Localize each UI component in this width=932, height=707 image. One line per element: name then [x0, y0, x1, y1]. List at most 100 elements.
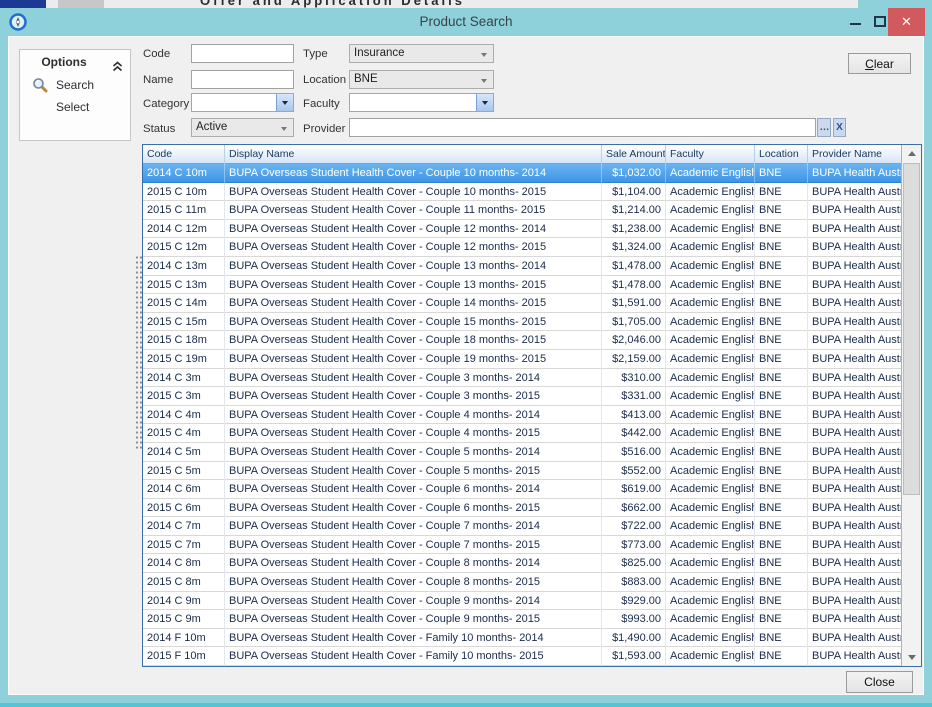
table-row[interactable]: 2015 C 11mBUPA Overseas Student Health C… — [143, 201, 901, 220]
table-row[interactable]: 2014 C 12mBUPA Overseas Student Health C… — [143, 220, 901, 239]
provider-ellipsis-button[interactable]: … — [817, 118, 831, 137]
table-row[interactable]: 2014 C 10mBUPA Overseas Student Health C… — [143, 164, 901, 183]
category-dropdown-button[interactable] — [276, 94, 293, 111]
table-row[interactable]: 2014 C 4mBUPA Overseas Student Health Co… — [143, 406, 901, 425]
name-label: Name — [143, 74, 173, 86]
splitter-handle[interactable] — [135, 255, 142, 451]
scroll-thumb[interactable] — [903, 163, 920, 495]
cell-faculty: Academic English — [666, 164, 755, 183]
cell-display_name: BUPA Overseas Student Health Cover - Cou… — [225, 257, 602, 276]
cell-display_name: BUPA Overseas Student Health Cover - Cou… — [225, 462, 602, 481]
cell-code: 2014 C 3m — [143, 369, 225, 388]
minimize-button[interactable] — [846, 8, 866, 36]
cell-location: BNE — [755, 610, 808, 629]
table-row[interactable]: 2015 C 13mBUPA Overseas Student Health C… — [143, 276, 901, 295]
cell-location: BNE — [755, 201, 808, 220]
cell-display_name: BUPA Overseas Student Health Cover - Cou… — [225, 201, 602, 220]
dropdown-arrow-icon — [481, 53, 487, 57]
cell-sale_amount: $442.00 — [602, 424, 666, 443]
location-value: BNE — [354, 73, 378, 85]
column-header-code[interactable]: Code — [143, 145, 225, 164]
faculty-dropdown-button[interactable] — [476, 94, 493, 111]
table-row[interactable]: 2014 C 8mBUPA Overseas Student Health Co… — [143, 554, 901, 573]
cell-sale_amount: $1,238.00 — [602, 220, 666, 239]
table-row[interactable]: 2015 C 8mBUPA Overseas Student Health Co… — [143, 573, 901, 592]
cell-code: 2014 C 10m — [143, 164, 225, 183]
cell-faculty: Academic English — [666, 424, 755, 443]
cell-provider_name: BUPA Health Australia P — [808, 499, 901, 518]
cell-faculty: Academic English — [666, 350, 755, 369]
cell-location: BNE — [755, 573, 808, 592]
table-row[interactable]: 2014 C 6mBUPA Overseas Student Health Co… — [143, 480, 901, 499]
type-label: Type — [303, 48, 328, 60]
column-header-location[interactable]: Location — [755, 145, 808, 164]
sidebar-item-search[interactable]: Search — [20, 74, 130, 96]
table-row[interactable]: 2015 C 7mBUPA Overseas Student Health Co… — [143, 536, 901, 555]
table-row[interactable]: 2014 F 10mBUPA Overseas Student Health C… — [143, 629, 901, 648]
table-row[interactable]: 2015 C 6mBUPA Overseas Student Health Co… — [143, 499, 901, 518]
table-row[interactable]: 2015 C 9mBUPA Overseas Student Health Co… — [143, 610, 901, 629]
cell-location: BNE — [755, 331, 808, 350]
cell-display_name: BUPA Overseas Student Health Cover - Cou… — [225, 499, 602, 518]
code-input[interactable] — [191, 44, 294, 63]
table-row[interactable]: 2015 C 4mBUPA Overseas Student Health Co… — [143, 424, 901, 443]
cell-faculty: Academic English — [666, 294, 755, 313]
cell-location: BNE — [755, 313, 808, 332]
table-row[interactable]: 2015 C 10mBUPA Overseas Student Health C… — [143, 183, 901, 202]
cell-sale_amount: $516.00 — [602, 443, 666, 462]
cell-provider_name: BUPA Health Australia P — [808, 313, 901, 332]
table-row[interactable]: 2014 C 9mBUPA Overseas Student Health Co… — [143, 592, 901, 611]
close-button[interactable]: Close — [846, 671, 913, 693]
cell-provider_name: BUPA Health Australia P — [808, 220, 901, 239]
table-row[interactable]: 2014 C 3mBUPA Overseas Student Health Co… — [143, 369, 901, 388]
cell-provider_name: BUPA Health Australia P — [808, 257, 901, 276]
scroll-down-button[interactable] — [902, 649, 921, 666]
background-window-title: Offer and Application Details — [200, 0, 850, 8]
table-row[interactable]: 2014 C 7mBUPA Overseas Student Health Co… — [143, 517, 901, 536]
table-row[interactable]: 2015 C 14mBUPA Overseas Student Health C… — [143, 294, 901, 313]
titlebar[interactable]: Product Search ✕ — [0, 8, 932, 36]
category-dropdown[interactable] — [191, 93, 294, 112]
window-border-bottom — [0, 695, 932, 703]
cell-display_name: BUPA Overseas Student Health Cover - Cou… — [225, 554, 602, 573]
table-row[interactable]: 2015 C 19mBUPA Overseas Student Health C… — [143, 350, 901, 369]
table-row[interactable]: 2015 C 15mBUPA Overseas Student Health C… — [143, 313, 901, 332]
scroll-up-button[interactable] — [902, 145, 921, 162]
vertical-scrollbar[interactable] — [901, 145, 921, 666]
column-header-provider_name[interactable]: Provider Name — [808, 145, 903, 164]
cell-code: 2014 C 8m — [143, 554, 225, 573]
cell-provider_name: BUPA Health Australia P — [808, 554, 901, 573]
sidebar-item-select[interactable]: Select — [20, 96, 130, 118]
cell-sale_amount: $662.00 — [602, 499, 666, 518]
cell-location: BNE — [755, 164, 808, 183]
cell-location: BNE — [755, 350, 808, 369]
faculty-dropdown[interactable] — [349, 93, 494, 112]
cell-display_name: BUPA Overseas Student Health Cover - Cou… — [225, 183, 602, 202]
table-row[interactable]: 2015 C 12mBUPA Overseas Student Health C… — [143, 238, 901, 257]
provider-clear-button[interactable]: X — [833, 118, 846, 137]
cell-code: 2015 C 4m — [143, 424, 225, 443]
provider-input[interactable] — [349, 118, 816, 137]
cell-sale_amount: $1,324.00 — [602, 238, 666, 257]
table-row[interactable]: 2015 C 18mBUPA Overseas Student Health C… — [143, 331, 901, 350]
column-header-sale_amount[interactable]: Sale Amount — [602, 145, 666, 164]
table-row[interactable]: 2015 C 3mBUPA Overseas Student Health Co… — [143, 387, 901, 406]
column-header-faculty[interactable]: Faculty — [666, 145, 755, 164]
table-row[interactable]: 2014 C 13mBUPA Overseas Student Health C… — [143, 257, 901, 276]
cell-display_name: BUPA Overseas Student Health Cover - Cou… — [225, 238, 602, 257]
sidebar-item-label: Search — [56, 74, 94, 96]
cell-faculty: Academic English — [666, 629, 755, 648]
clear-button[interactable]: Clear — [848, 53, 911, 74]
close-window-button[interactable]: ✕ — [888, 8, 925, 36]
cell-display_name: BUPA Overseas Student Health Cover - Cou… — [225, 536, 602, 555]
cell-faculty: Academic English — [666, 610, 755, 629]
table-row[interactable]: 2015 F 10mBUPA Overseas Student Health C… — [143, 647, 901, 666]
name-input[interactable] — [191, 70, 294, 89]
cell-faculty: Academic English — [666, 201, 755, 220]
maximize-button[interactable] — [870, 8, 890, 36]
table-row[interactable]: 2015 C 5mBUPA Overseas Student Health Co… — [143, 462, 901, 481]
cell-code: 2014 C 4m — [143, 406, 225, 425]
column-header-display_name[interactable]: Display Name — [225, 145, 602, 164]
table-row[interactable]: 2014 C 5mBUPA Overseas Student Health Co… — [143, 443, 901, 462]
options-header[interactable]: Options — [20, 50, 130, 74]
